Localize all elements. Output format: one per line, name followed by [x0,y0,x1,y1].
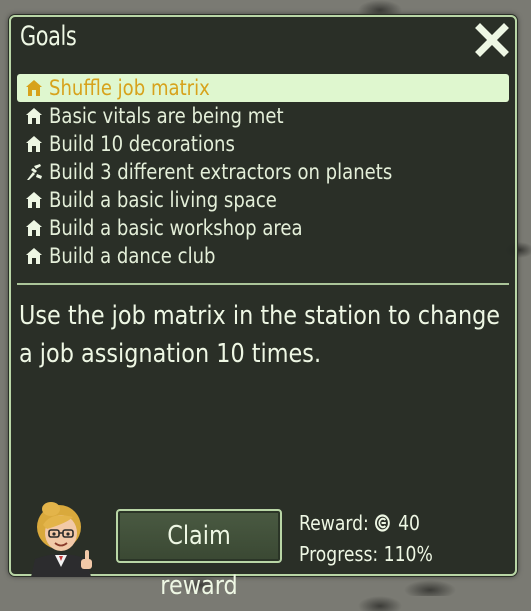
extractor-icon [27,164,42,180]
goals-panel: Goals Shuffle job matrix Basic vitals ar… [9,15,517,601]
advisor-avatar [21,501,103,577]
goal-list: Shuffle job matrix Basic vitals are bein… [17,74,509,270]
house-icon [26,192,42,208]
claim-reward-button[interactable]: Claim reward [116,509,282,601]
goal-label: Basic vitals are being met [49,104,284,128]
goal-item[interactable]: Build 10 decorations [17,130,509,158]
goal-label: Build 10 decorations [49,132,235,156]
goal-item[interactable]: Build a dance club [17,242,509,270]
divider [17,283,509,285]
goal-label: Build 3 different extractors on planets [49,160,393,184]
goal-item[interactable]: Build a basic living space [17,186,509,214]
reward-value: 40 [398,511,420,535]
goal-label: Build a dance club [49,244,216,268]
close-icon[interactable] [475,23,509,57]
house-icon [26,136,42,152]
goal-label: Build a basic workshop area [49,216,303,240]
goal-label: Shuffle job matrix [49,76,210,100]
progress-label: Progress: [299,542,379,566]
goal-item[interactable]: Basic vitals are being met [17,102,509,130]
goal-item[interactable]: Shuffle job matrix [17,74,509,102]
panel-title: Goals [20,21,77,52]
house-icon [26,108,42,124]
progress-value: 110% [383,542,433,566]
house-icon [26,80,42,96]
reward-line: Reward: 40 [299,511,420,535]
goal-description: Use the job matrix in the station to cha… [19,301,501,369]
reward-label: Reward: [299,511,369,535]
house-icon [26,248,42,264]
goal-label: Build a basic living space [49,188,277,212]
progress-line: Progress: 110% [299,542,433,566]
credit-coin-icon [375,514,391,532]
house-icon [26,220,42,236]
goal-item[interactable]: Build a basic workshop area [17,214,509,242]
goal-item[interactable]: Build 3 different extractors on planets [17,158,509,186]
claim-reward-label: Claim reward [160,521,238,601]
